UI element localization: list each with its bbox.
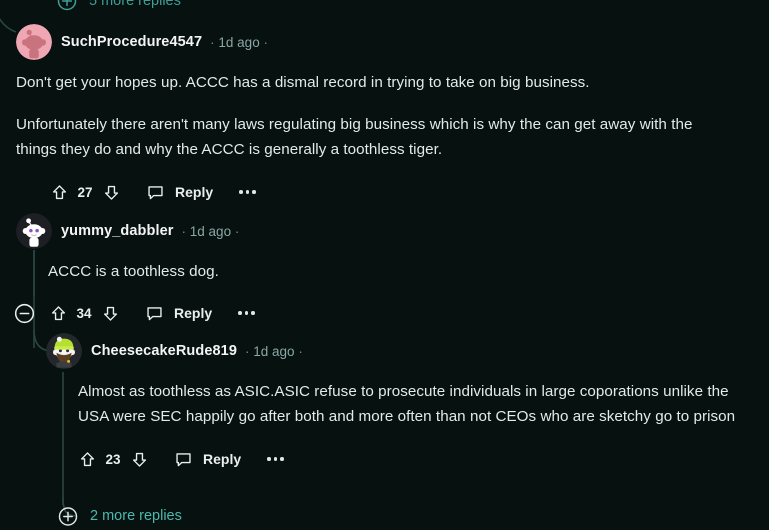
meta-separator-left: · [245,343,250,359]
overflow-menu-icon[interactable] [267,457,284,461]
reddit-comment-thread: 5 more replies SuchProcedure4547 · 1d ag… [0,0,769,530]
comment-header: SuchProcedure4547 · 1d ago · [16,24,716,60]
plus-circle-icon [58,506,78,526]
downvote-arrow-icon[interactable] [128,448,150,470]
vote-count: 34 [76,305,92,321]
comment-meta: · 1d ago · [182,224,240,239]
comment-body: Almost as toothless as ASIC.ASIC refuse … [78,379,750,429]
comment-action-bar: 23 Reply [76,446,750,472]
comment-meta: · 1d ago · [210,35,268,50]
comment-suchprocedure4547: SuchProcedure4547 · 1d ago · Don't get y… [16,24,716,205]
reply-button[interactable]: Reply [143,302,212,324]
comment-cheesecakerude819: CheesecakeRude819 · 1d ago · Almost as t… [46,333,750,472]
reddit-snoo-white-avatar[interactable] [16,213,52,249]
speech-bubble-icon [144,181,166,203]
comment-header: yummy_dabbler · 1d ago · [16,213,738,249]
reddit-snoo-beanie-avatar[interactable] [46,333,82,369]
overflow-menu-icon[interactable] [238,311,255,315]
more-replies-bottom-label: 2 more replies [90,508,182,524]
comment-timestamp: 1d ago [218,34,260,50]
meta-separator-left: · [181,223,187,239]
comment-paragraph: ACCC is a toothless dog. [48,263,219,280]
minus-circle-icon[interactable] [13,302,35,324]
vote-group: 27 [48,181,122,203]
comment-author-username[interactable]: SuchProcedure4547 [61,34,202,50]
comment-yummy-dabbler: yummy_dabbler · 1d ago · ACCC is a tooth… [13,213,738,326]
overflow-menu-icon[interactable] [239,190,256,194]
comment-paragraph: Almost as toothless as ASIC.ASIC refuse … [78,383,736,425]
reddit-snoo-pink-avatar[interactable] [16,24,52,60]
reply-button[interactable]: Reply [144,181,213,203]
meta-separator-left: · [210,34,215,50]
vote-count: 23 [105,451,121,467]
plus-circle-icon [57,0,77,11]
downvote-arrow-icon[interactable] [99,302,121,324]
reply-label: Reply [175,184,214,200]
vote-group: 23 [76,448,150,470]
meta-separator-right: · [263,34,268,50]
comment-action-bar: 27 Reply [48,179,716,205]
comment-paragraph: Don't get your hopes up. ACCC has a dism… [16,74,590,91]
upvote-arrow-icon[interactable] [76,448,98,470]
more-replies-top[interactable]: 5 more replies [57,0,181,11]
comment-action-bar: 34 Reply [13,300,738,326]
comment-author-username[interactable]: CheesecakeRude819 [91,343,237,359]
speech-bubble-icon [143,302,165,324]
speech-bubble-icon [172,448,194,470]
upvote-arrow-icon[interactable] [48,181,70,203]
comment-header: CheesecakeRude819 · 1d ago · [46,333,750,369]
reply-label: Reply [203,451,242,467]
comment-author-username[interactable]: yummy_dabbler [61,223,174,239]
reply-button[interactable]: Reply [172,448,241,470]
more-replies-bottom[interactable]: 2 more replies [58,506,182,526]
upvote-arrow-icon[interactable] [47,302,69,324]
comment-timestamp: 1d ago [253,343,295,359]
more-replies-top-label: 5 more replies [89,0,181,9]
comment-body: Don't get your hopes up. ACCC has a dism… [16,70,716,162]
comment-paragraph: Unfortunately there aren't many laws reg… [16,116,693,158]
meta-separator-right: · [234,223,240,239]
reply-label: Reply [174,305,213,321]
comment-timestamp: 1d ago [189,223,232,239]
comment-meta: · 1d ago · [245,344,303,359]
meta-separator-right: · [298,343,303,359]
comment-body: ACCC is a toothless dog. [48,259,738,284]
vote-group: 34 [47,302,121,324]
downvote-arrow-icon[interactable] [100,181,122,203]
vote-count: 27 [77,184,93,200]
